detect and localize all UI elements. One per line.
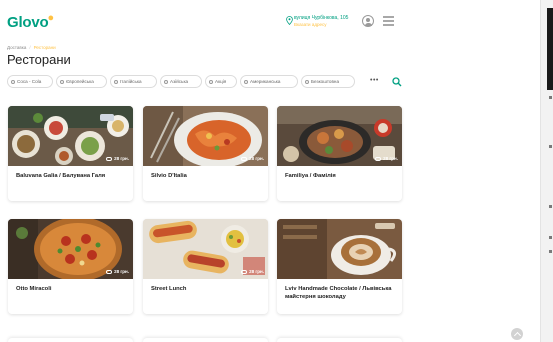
breadcrumb-current: Ресторани: [33, 45, 56, 50]
bike-icon: [241, 269, 248, 274]
restaurants-page: Glovo● вулиця Чурбінкова, 105 Вказати ад…: [0, 0, 540, 342]
logo-text: Glovo: [7, 14, 49, 31]
restaurant-card-lviv-handmade-chocolate[interactable]: Lviv Handmade Chocolate / Львівська майс…: [277, 219, 402, 314]
restaurant-card-street-lunch[interactable]: 28 грн. Street Lunch: [143, 219, 268, 314]
page-title: Ресторани: [7, 52, 71, 67]
filter-chip-european[interactable]: Європейська: [56, 75, 107, 88]
delivery-fee-badge: 28 грн.: [106, 156, 129, 161]
more-filters-button[interactable]: •••: [370, 77, 379, 84]
pizza-icon: [114, 79, 118, 84]
restaurant-name: Lviv Handmade Chocolate / Львівська майс…: [285, 286, 392, 300]
burger-icon: [244, 79, 248, 84]
restaurant-card-familiya[interactable]: 28 грн. Familiya / Фамілія: [277, 106, 402, 201]
globe-icon: [60, 79, 64, 84]
restaurant-card-peek[interactable]: [143, 338, 268, 342]
restaurant-card-peek[interactable]: [277, 338, 402, 342]
bike-icon: [375, 156, 382, 161]
breadcrumb-home-link[interactable]: Доставка: [7, 45, 26, 50]
restaurant-card-silvio-ditalia[interactable]: 28 грн. Silvio D'Italia: [143, 106, 268, 201]
restaurant-name: Street Lunch: [151, 286, 187, 292]
restaurant-photo: [277, 219, 402, 279]
search-icon[interactable]: [392, 77, 402, 87]
bike-icon: [106, 269, 113, 274]
filter-chip-italian[interactable]: Італійська: [110, 75, 157, 88]
filter-chip-promo[interactable]: Акція: [205, 75, 237, 88]
location-pin-icon: [286, 16, 293, 25]
cup-icon: [11, 79, 15, 84]
restaurant-card-peek[interactable]: [8, 338, 133, 342]
filter-chip-coca-cola[interactable]: Coca - Cola: [7, 75, 53, 88]
glovo-logo[interactable]: Glovo●: [7, 12, 55, 31]
hamburger-menu-icon[interactable]: [383, 16, 394, 26]
filter-chip-free-delivery[interactable]: Безкоштовна: [301, 75, 355, 88]
delivery-fee-badge: 28 грн.: [241, 269, 264, 274]
bike-icon: [305, 79, 309, 84]
tag-icon: [209, 79, 213, 84]
delivery-fee-badge: 28 грн.: [241, 156, 264, 161]
logo-pin-icon: ●: [47, 12, 55, 24]
bowl-icon: [164, 79, 168, 84]
adjacent-window-edge: [540, 0, 553, 342]
user-profile-icon[interactable]: [362, 15, 374, 27]
delivery-fee-badge: 28 грн.: [106, 269, 129, 274]
restaurant-name: Silvio D'Italia: [151, 173, 187, 179]
address-change-link[interactable]: Вказати адресу: [294, 22, 326, 27]
address-street: вулиця Чурбінкова, 105: [294, 15, 349, 21]
dark-panel: [547, 8, 553, 90]
restaurant-card-otto-miracoli[interactable]: 28 грн. Otto Miracoli: [8, 219, 133, 314]
restaurant-name: Baluvana Galia / Балувана Галя: [16, 173, 106, 179]
breadcrumb: Доставка / Ресторани: [7, 45, 56, 50]
top-header: Glovo● вулиця Чурбінкова, 105 Вказати ад…: [0, 0, 540, 40]
restaurant-card-baluvana-galia[interactable]: 28 грн. Baluvana Galia / Балувана Галя: [8, 106, 133, 201]
scroll-to-top-button[interactable]: [511, 328, 523, 340]
filter-chip-american[interactable]: Американська: [240, 75, 298, 88]
delivery-fee-badge: 28 грн.: [375, 156, 398, 161]
restaurant-name: Familiya / Фамілія: [285, 173, 336, 179]
restaurant-name: Otto Miracoli: [16, 286, 52, 292]
bike-icon: [106, 156, 113, 161]
bike-icon: [241, 156, 248, 161]
category-filters: Coca - Cola Європейська Італійська Азійс…: [7, 75, 407, 89]
filter-chip-asian[interactable]: Азійська: [160, 75, 202, 88]
